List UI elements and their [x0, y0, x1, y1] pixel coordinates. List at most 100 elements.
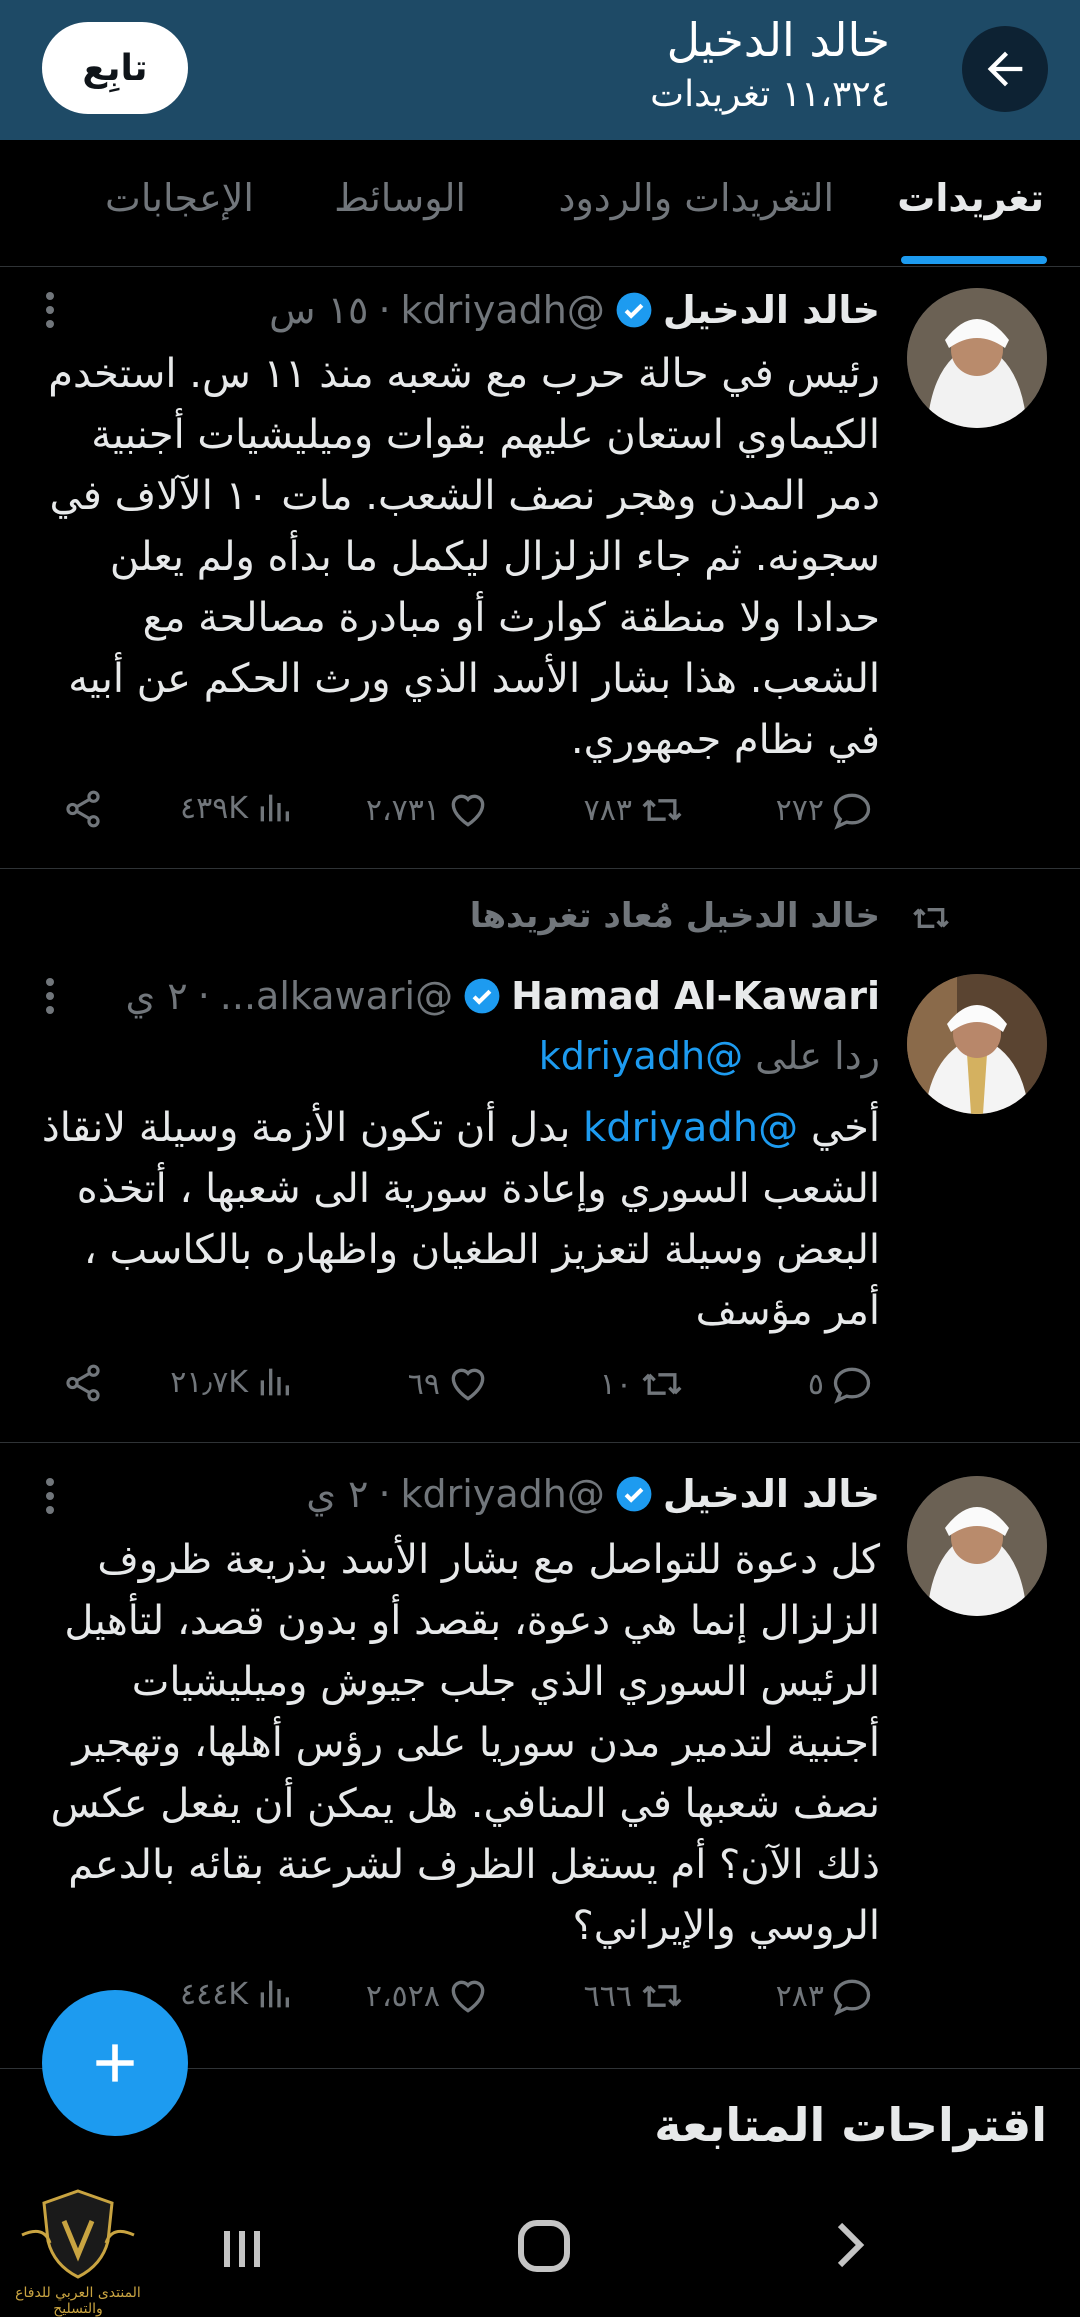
home-icon — [518, 2220, 570, 2272]
forum-logo-icon — [21, 2189, 135, 2279]
recents-icon — [224, 2231, 260, 2267]
views-button[interactable]: ٤٣٩K — [180, 788, 294, 828]
reply-button[interactable]: ٢٧٢ — [776, 788, 874, 832]
back-button[interactable] — [962, 26, 1048, 112]
separator-dot: · — [378, 288, 391, 332]
tweet-text: أخي @kdriyadh بدل أن تكون الأزمة وسيلة ل… — [40, 1098, 880, 1342]
view-count: ٤٤٤K — [179, 1976, 248, 2012]
replying-to-mention[interactable]: @kdriyadh — [539, 1034, 743, 1078]
back-nav-button[interactable] — [818, 2215, 878, 2275]
share-button[interactable] — [62, 1362, 104, 1404]
plus-icon — [96, 2044, 134, 2082]
like-button[interactable]: ٢،٧٣١ — [366, 788, 490, 832]
retweet-button[interactable]: ١٠ — [600, 1362, 686, 1406]
watermark-text: المنتدى العربي للدفاع والتسليح — [15, 2285, 141, 2317]
tweet-text-prefix: أخي — [810, 1105, 880, 1151]
author-handle[interactable]: @alkawari... — [220, 974, 453, 1018]
tweet-actions: ٥ ١٠ ٦٩ ٢١٫٧K — [0, 1362, 1080, 1422]
tab-likes[interactable]: الإعجابات — [105, 176, 254, 220]
reply-icon — [833, 793, 871, 830]
separator-dot: · — [378, 1472, 391, 1516]
share-icon — [66, 790, 100, 828]
follow-suggestions-title: اقتراحات المتابعة — [654, 2098, 1047, 2152]
more-options-icon[interactable] — [44, 1476, 56, 1520]
reply-count: ٥ — [807, 1366, 824, 1402]
tweet[interactable]: خالد الدخيل @kdriyadh · ١٥ س رئيس في حال… — [0, 268, 1080, 869]
tab-tweets[interactable]: تغريدات — [897, 176, 1044, 220]
author-name[interactable]: Hamad Al-Kawari — [511, 974, 880, 1018]
profile-header: تابِع خالد الدخيل ١١،٣٢٤ تغريدات — [0, 0, 1080, 140]
tweet-header: Hamad Al-Kawari @alkawari... · ٢ ي — [125, 974, 880, 1018]
retweet-icon — [642, 1985, 682, 2007]
tweet-count: ١١،٣٢٤ تغريدات — [650, 74, 890, 115]
retweet-icon — [642, 1373, 682, 1395]
like-count: ٢،٧٣١ — [365, 792, 440, 828]
tweet-time[interactable]: ١٥ س — [269, 288, 368, 332]
avatar[interactable] — [907, 974, 1047, 1114]
reply-count: ٢٨٣ — [775, 1978, 824, 2014]
tweet-time[interactable]: ٢ ي — [125, 974, 187, 1018]
arrow-left-icon — [987, 51, 1023, 87]
more-options-icon[interactable] — [44, 976, 56, 1020]
like-button[interactable]: ٦٩ — [408, 1362, 490, 1406]
reply-count: ٢٧٢ — [775, 792, 824, 828]
author-handle[interactable]: @kdriyadh — [401, 1472, 605, 1516]
retweet-count: ٧٨٣ — [583, 792, 632, 828]
views-chart-icon — [260, 794, 289, 822]
tweet-text: رئيس في حالة حرب مع شعبه منذ ١١ س. استخد… — [48, 351, 880, 763]
heart-icon — [451, 1368, 485, 1401]
follow-button[interactable]: تابِع — [42, 22, 188, 114]
views-button[interactable]: ٢١٫٧K — [170, 1362, 294, 1402]
tweet-text: كل دعوة للتواصل مع بشار الأسد بذريعة ظرو… — [50, 1537, 880, 1949]
avatar[interactable] — [907, 1476, 1047, 1616]
tweet[interactable]: خالد الدخيل @kdriyadh · ٢ ي كل دعوة للتو… — [0, 1442, 1080, 2069]
active-tab-indicator — [901, 256, 1047, 264]
tab-media[interactable]: الوسائط — [334, 176, 466, 220]
retweet-button[interactable]: ٧٨٣ — [584, 788, 686, 832]
view-count: ٢١٫٧K — [170, 1364, 248, 1400]
avatar-image — [907, 288, 1047, 428]
avatar[interactable] — [907, 288, 1047, 428]
profile-tabs: تغريدات التغريدات والردود الوسائط الإعجا… — [0, 140, 1080, 267]
chevron-right-icon — [837, 2222, 865, 2268]
tweet-header: خالد الدخيل @kdriyadh · ٢ ي — [306, 1472, 880, 1516]
author-handle[interactable]: @kdriyadh — [401, 288, 605, 332]
recents-button[interactable] — [212, 2219, 272, 2279]
more-options-icon[interactable] — [44, 290, 56, 334]
view-count: ٤٣٩K — [179, 790, 248, 826]
reply-button[interactable]: ٢٨٣ — [776, 1974, 874, 2018]
retweet-button[interactable]: ٦٦٦ — [584, 1974, 686, 2018]
reply-button[interactable]: ٥ — [808, 1362, 874, 1406]
like-count: ٦٩ — [407, 1366, 440, 1402]
reply-icon — [833, 1979, 871, 2016]
verified-badge-icon — [616, 1476, 652, 1512]
like-button[interactable]: ٢،٥٢٨ — [366, 1974, 490, 2018]
share-button[interactable] — [62, 788, 104, 830]
tweet-actions: ٢٧٢ ٧٨٣ ٢،٧٣١ ٤٣٩K — [0, 788, 1080, 848]
views-chart-icon — [260, 1980, 289, 2008]
profile-name: خالد الدخيل — [666, 13, 890, 67]
share-icon — [66, 1364, 100, 1402]
tab-tweets-and-replies[interactable]: التغريدات والردود — [559, 176, 834, 220]
retweet-icon — [642, 799, 682, 821]
retweet-count: ١٠ — [599, 1366, 632, 1402]
author-name[interactable]: خالد الدخيل — [663, 288, 880, 332]
tweet-time[interactable]: ٢ ي — [306, 1472, 368, 1516]
heart-icon — [451, 794, 485, 827]
retweet-indicator-icon — [913, 908, 949, 928]
retweeted-by-label[interactable]: خالد الدخيل مُعاد تغريدها — [470, 896, 880, 936]
compose-tweet-button[interactable] — [42, 1990, 188, 2136]
replying-to-prefix: ردا على — [755, 1034, 880, 1078]
author-name[interactable]: خالد الدخيل — [663, 1472, 880, 1516]
views-chart-icon — [260, 1368, 289, 1396]
system-navigation-bar — [0, 2185, 1080, 2305]
retweet-count: ٦٦٦ — [583, 1978, 632, 2014]
verified-badge-icon — [464, 978, 500, 1014]
views-button[interactable]: ٤٤٤K — [180, 1974, 294, 2014]
tweet-header: خالد الدخيل @kdriyadh · ١٥ س — [269, 288, 880, 332]
tweet-mention[interactable]: @kdriyadh — [583, 1105, 798, 1151]
home-button[interactable] — [513, 2215, 575, 2277]
avatar-image — [907, 974, 1047, 1114]
tweet[interactable]: خالد الدخيل مُعاد تغريدها Hamad Al-Kawar… — [0, 868, 1080, 1443]
separator-dot: · — [197, 974, 210, 1018]
